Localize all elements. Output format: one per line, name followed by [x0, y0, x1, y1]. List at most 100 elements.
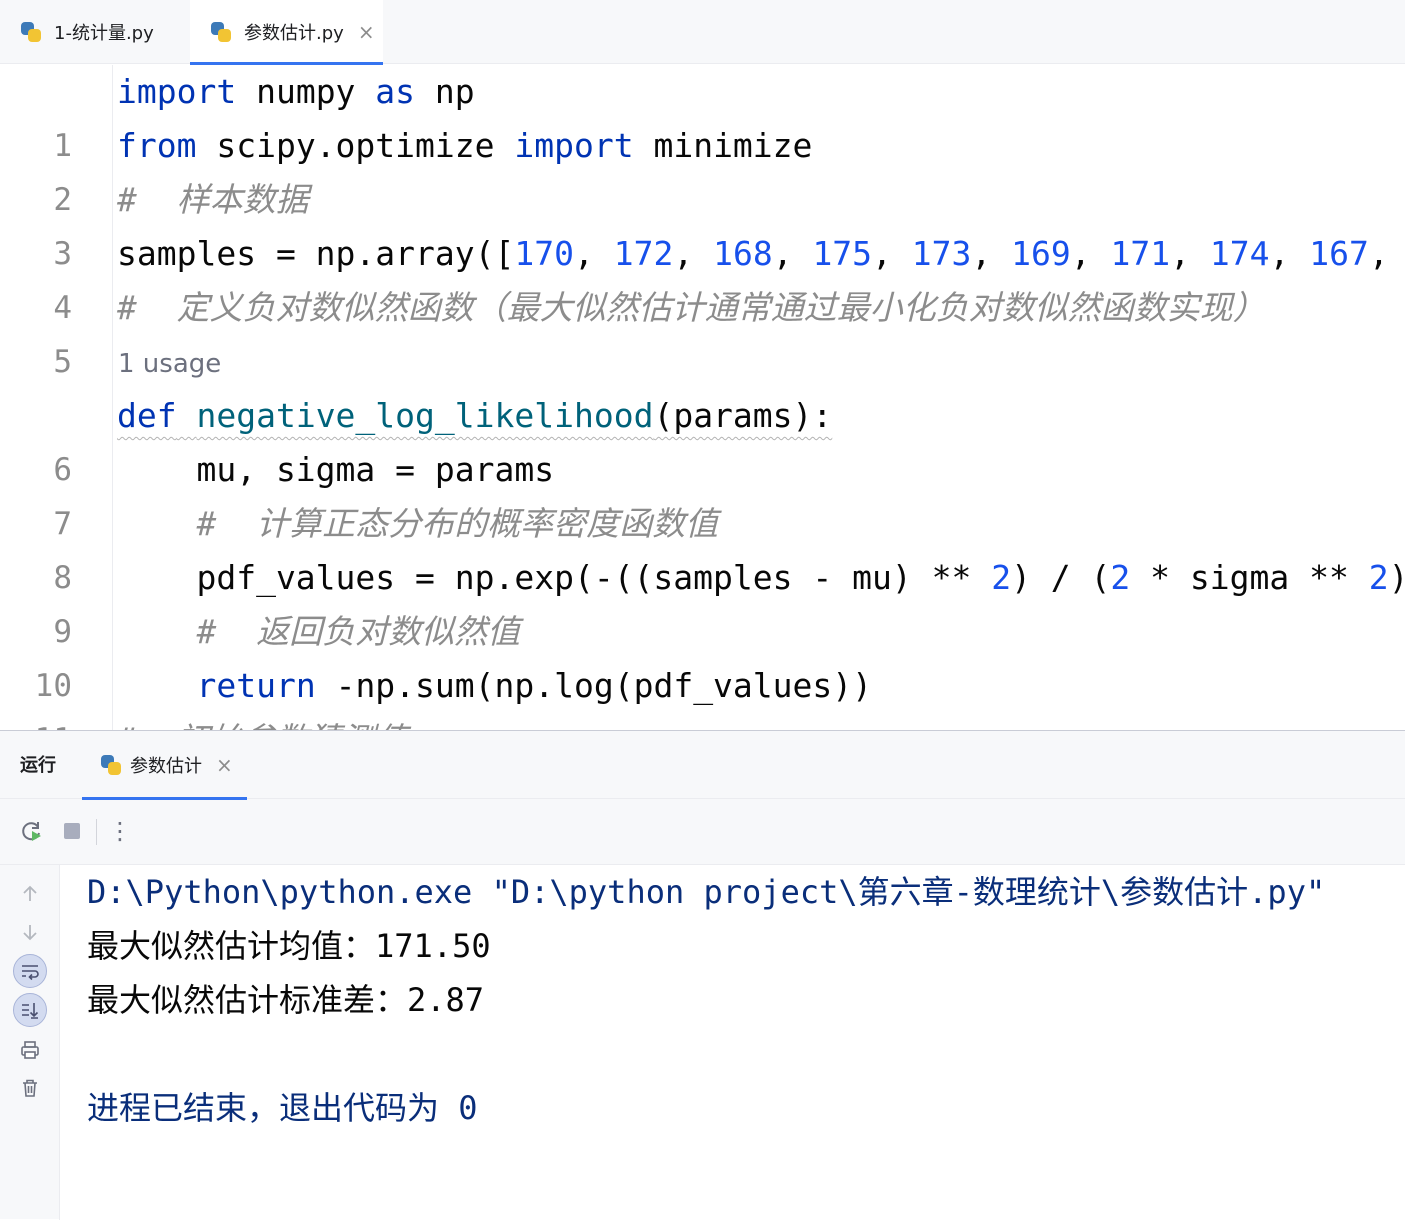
- console-line-command: D:\Python\python.exe "D:\python project\…: [87, 873, 1326, 911]
- comment: # 返回负对数似然值: [196, 612, 521, 651]
- keyword: as: [375, 72, 416, 111]
- run-tool-window: 运行 参数估计 × ⋮ D:\Python\python.exe "D:\pyt…: [0, 730, 1405, 1220]
- separator: ,: [1070, 234, 1111, 273]
- comment: # 定义负对数似然函数（最大似然估计通常通过最小化负对数似然函数实现）: [117, 288, 1266, 327]
- code-line: 7 mu, sigma = params: [0, 443, 1405, 542]
- code-line: 5 # 定义负对数似然函数（最大似然估计通常通过最小化负对数似然函数实现）: [0, 281, 1405, 380]
- tab-label: 1-统计量.py: [54, 23, 154, 44]
- console-output[interactable]: D:\Python\python.exe "D:\python project\…: [60, 865, 1405, 1220]
- code-text: * sigma **: [1130, 558, 1369, 597]
- stop-icon: [64, 823, 80, 839]
- code-text: ): [1389, 558, 1405, 597]
- keyword: from: [117, 126, 197, 165]
- close-icon[interactable]: ×: [216, 753, 233, 777]
- code-line: 9 pdf_values = np.exp(-((samples - mu) *…: [0, 551, 1405, 650]
- code-text: scipy.optimize: [196, 126, 515, 165]
- sample-value: 167: [1309, 234, 1369, 273]
- editor-tab-bar: 1-统计量.py 参数估计.py ×: [0, 0, 1405, 65]
- separator: ,: [1269, 234, 1310, 273]
- code-line-partial: # 初始参数猜测值: [0, 713, 1405, 730]
- clear-all-button[interactable]: [13, 1071, 47, 1105]
- separator: ,: [673, 234, 714, 273]
- trash-icon: [23, 1079, 37, 1097]
- run-tab-label: 参数估计: [130, 756, 202, 777]
- usage-hint[interactable]: 1 usage: [118, 337, 221, 391]
- code-text: -np.sum(np.log(pdf_values)): [315, 666, 872, 705]
- rerun-button[interactable]: [18, 817, 46, 845]
- tab-parameter-estimation-file[interactable]: 参数估计.py ×: [190, 0, 383, 65]
- arrow-up-icon: [23, 885, 37, 901]
- code-line: 1 import numpy as np: [0, 65, 1405, 164]
- code-line: 4 samples = np.array([170, 172, 168, 175…: [0, 227, 1405, 326]
- scroll-up-button[interactable]: [13, 877, 47, 911]
- sample-value: 169: [1011, 234, 1071, 273]
- scroll-to-end-icon: [22, 1003, 39, 1019]
- tab-statistics-file[interactable]: 1-统计量.py: [0, 0, 190, 64]
- run-toolbar: ⋮: [0, 799, 1405, 865]
- arrow-down-icon: [23, 925, 37, 941]
- separator: ,: [772, 234, 813, 273]
- console-side-toolbar: [0, 865, 60, 1220]
- comment: # 样本数据: [117, 180, 309, 219]
- console-line-exit: 进程已结束，退出代码为 0: [87, 1089, 478, 1127]
- code-text: (params):: [653, 396, 833, 435]
- function-name: negative_log_likelihood: [196, 396, 654, 435]
- tab-label: 参数估计.py: [244, 23, 344, 44]
- code-line: 3 # 样本数据: [0, 173, 1405, 272]
- sample-value: 168: [713, 234, 773, 273]
- comment: # 计算正态分布的概率密度函数值: [196, 504, 719, 543]
- number-literal: 2: [1110, 558, 1131, 597]
- samples-array-line: samples = np.array([170, 172, 168, 175, …: [117, 227, 1405, 281]
- sample-value: 172: [613, 234, 674, 273]
- soft-wrap-toggle[interactable]: [13, 954, 47, 988]
- sample-value: 175: [812, 234, 873, 273]
- soft-wrap-icon: [22, 965, 39, 981]
- sample-value: 173: [911, 234, 972, 273]
- scroll-to-end-toggle[interactable]: [13, 993, 47, 1027]
- keyword: def: [117, 396, 177, 435]
- number-literal: 2: [991, 558, 1012, 597]
- close-icon[interactable]: ×: [358, 20, 375, 44]
- separator: ,: [1170, 234, 1210, 273]
- number-literal: 2: [1368, 558, 1389, 597]
- stop-button[interactable]: [58, 817, 86, 845]
- toolbar-separator: [96, 819, 97, 845]
- sample-value: 170: [514, 234, 574, 273]
- code-text: ) / (: [1011, 558, 1111, 597]
- console-line-std: 最大似然估计标准差：2.87: [87, 981, 485, 1019]
- code-line: 6 def negative_log_likelihood(params):: [0, 389, 1405, 488]
- more-options-button[interactable]: ⋮: [106, 817, 134, 845]
- separator: ,: [573, 234, 614, 273]
- print-icon: [21, 1041, 39, 1059]
- python-file-icon: [210, 21, 232, 43]
- separator: ,: [872, 234, 912, 273]
- code-text: numpy: [236, 72, 376, 111]
- sample-value: 174: [1209, 234, 1270, 273]
- code-line: 10 # 返回负对数似然值: [0, 605, 1405, 704]
- code-text: mu, sigma = params: [117, 450, 555, 489]
- keyword: import: [514, 126, 634, 165]
- python-file-icon: [100, 754, 122, 776]
- python-file-icon: [20, 21, 42, 43]
- keyword: import: [117, 72, 237, 111]
- rerun-icon: [22, 822, 41, 841]
- console-line-mean: 最大似然估计均值：171.50: [87, 927, 491, 965]
- run-title: 运行: [20, 755, 56, 776]
- sample-value: 171: [1110, 234, 1171, 273]
- code-text: pdf_values = np.exp(-((samples - mu) **: [117, 558, 992, 597]
- code-line: 11 return -np.sum(np.log(pdf_values)): [0, 659, 1405, 730]
- comment: # 初始参数猜测值: [117, 713, 408, 730]
- code-line: 2 from scipy.optimize import minimize: [0, 119, 1405, 218]
- code-editor[interactable]: 1 import numpy as np 2 from scipy.optimi…: [0, 65, 1405, 730]
- code-line: 8 # 计算正态分布的概率密度函数值: [0, 497, 1405, 596]
- run-header: 运行 参数估计 ×: [0, 731, 1405, 800]
- separator: ,: [971, 234, 1012, 273]
- run-tab[interactable]: 参数估计 ×: [82, 731, 247, 800]
- line-number: 5: [53, 344, 72, 380]
- code-text: minimize: [633, 126, 813, 165]
- code-text: np: [415, 72, 475, 111]
- print-button[interactable]: [13, 1033, 47, 1067]
- separator: ,: [1368, 234, 1405, 273]
- code-text: samples = np.array([: [117, 234, 515, 273]
- scroll-down-button[interactable]: [13, 915, 47, 949]
